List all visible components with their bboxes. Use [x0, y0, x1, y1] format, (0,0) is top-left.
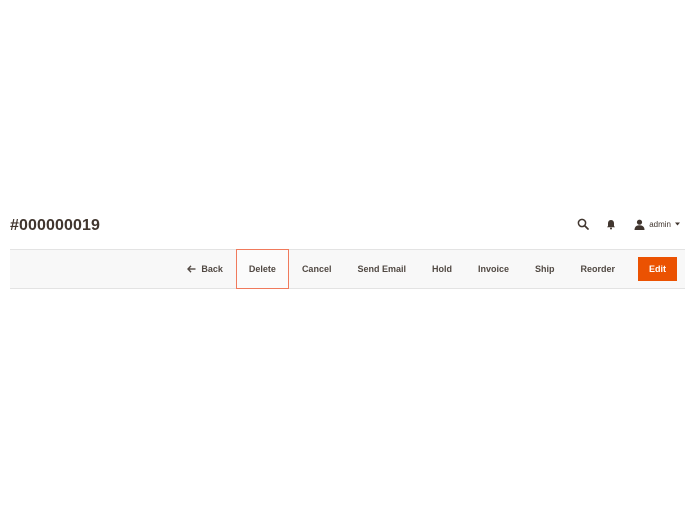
delete-button[interactable]: Delete — [235, 249, 289, 289]
order-view-page: #000000019 admin Back Delete Cancel Send… — [0, 0, 690, 510]
order-actions-toolbar: Back Delete Cancel Send Email Hold Invoi… — [10, 249, 685, 289]
back-button[interactable]: Back — [174, 249, 236, 289]
user-menu[interactable]: admin — [634, 214, 680, 234]
reorder-button[interactable]: Reorder — [567, 249, 628, 289]
invoice-button[interactable]: Invoice — [465, 249, 522, 289]
bell-icon[interactable] — [600, 214, 622, 234]
user-name: admin — [649, 219, 671, 229]
hold-button[interactable]: Hold — [419, 249, 465, 289]
search-icon[interactable] — [572, 214, 594, 234]
cancel-button[interactable]: Cancel — [289, 249, 345, 289]
edit-button[interactable]: Edit — [638, 257, 677, 281]
back-button-label: Back — [201, 264, 223, 274]
chevron-down-icon — [675, 222, 680, 226]
user-icon — [634, 219, 645, 230]
arrow-left-icon — [187, 265, 196, 273]
header-actions: admin — [572, 214, 680, 234]
send-email-button[interactable]: Send Email — [344, 249, 419, 289]
ship-button[interactable]: Ship — [522, 249, 568, 289]
page-title: #000000019 — [10, 217, 100, 234]
